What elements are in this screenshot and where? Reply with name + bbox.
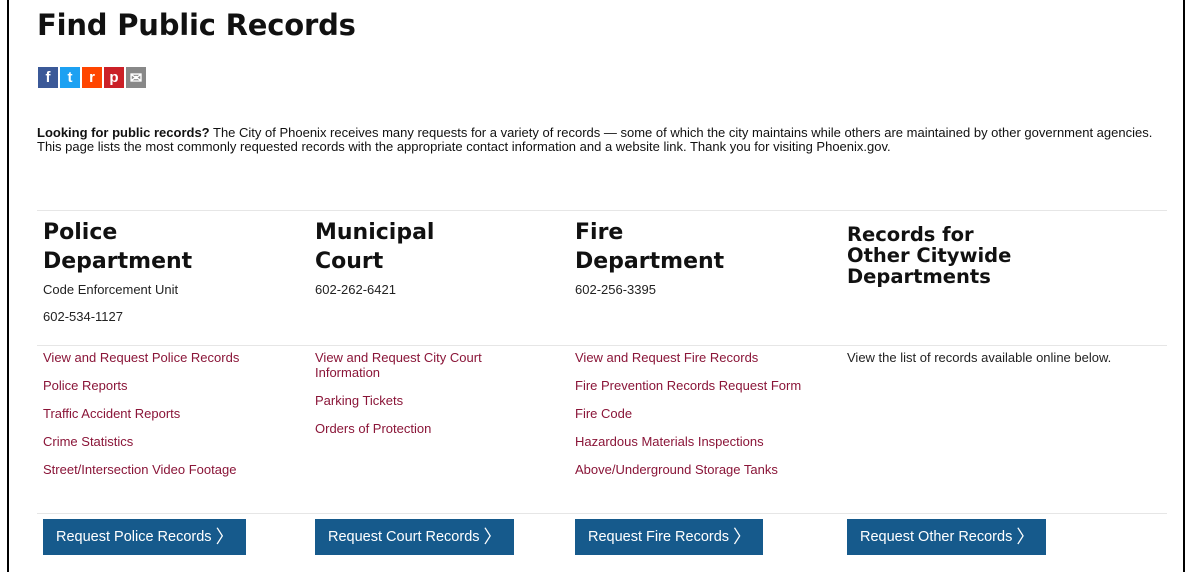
other-description: View the list of records available onlin… <box>847 350 1112 365</box>
link-police-reports[interactable]: Police Reports <box>43 378 293 393</box>
intro-lead: Looking for public records? <box>37 125 210 140</box>
heading-line: Municipal <box>315 220 435 245</box>
fire-heading: Fire Department <box>575 218 825 276</box>
link-hazardous-materials[interactable]: Hazardous Materials Inspections <box>575 434 815 449</box>
button-label: Request Fire Records <box>588 529 730 545</box>
link-fire-code[interactable]: Fire Code <box>575 406 815 421</box>
facebook-icon[interactable]: f <box>38 67 58 88</box>
heading-line: Other Citywide <box>847 244 1012 267</box>
heading-line: Departments <box>847 265 991 288</box>
button-label: Request Other Records <box>860 529 1013 545</box>
link-parking-tickets[interactable]: Parking Tickets <box>315 393 545 408</box>
link-video-footage[interactable]: Street/Intersection Video Footage <box>43 462 293 477</box>
chevron-right-icon: 〉 <box>483 527 502 547</box>
court-heading: Municipal Court <box>315 218 565 276</box>
other-heading: Records for Other Citywide Departments <box>847 224 1097 287</box>
request-other-records-button[interactable]: Request Other Records 〉 <box>847 519 1047 555</box>
fire-links: View and Request Fire Records Fire Preve… <box>575 350 815 490</box>
link-view-court-information[interactable]: View and Request City Court Information <box>315 350 545 380</box>
heading-line: Department <box>43 249 193 274</box>
heading-line: Fire <box>575 220 624 245</box>
twitter-icon[interactable]: t <box>60 67 80 88</box>
link-orders-of-protection[interactable]: Orders of Protection <box>315 421 545 436</box>
share-bar: f t r p ✉ <box>38 67 146 88</box>
police-heading: Police Department <box>43 218 293 276</box>
fire-column: Fire Department 602-256-3395 <box>575 218 825 303</box>
heading-line: Records for <box>847 223 974 246</box>
reddit-icon[interactable]: r <box>82 67 102 88</box>
divider-top <box>37 210 1167 211</box>
other-column: Records for Other Citywide Departments <box>847 220 1097 287</box>
other-info: View the list of records available onlin… <box>847 350 1137 365</box>
court-phone: 602-262-6421 <box>315 282 396 297</box>
heading-line: Court <box>315 249 384 274</box>
court-column: Municipal Court 602-262-6421 <box>315 218 565 303</box>
police-links: View and Request Police Records Police R… <box>43 350 293 490</box>
link-view-fire-records[interactable]: View and Request Fire Records <box>575 350 815 365</box>
link-storage-tanks[interactable]: Above/Underground Storage Tanks <box>575 462 815 477</box>
page-title: Find Public Records <box>37 8 356 42</box>
request-police-records-button[interactable]: Request Police Records 〉 <box>43 519 246 555</box>
police-phone: 602-534-1127 <box>43 309 123 324</box>
divider-bottom <box>37 513 1167 514</box>
button-label: Request Court Records <box>328 529 480 545</box>
request-fire-records-button[interactable]: Request Fire Records 〉 <box>575 519 764 555</box>
chevron-right-icon: 〉 <box>1016 527 1035 547</box>
heading-line: Department <box>575 249 725 274</box>
police-meta: Code Enforcement Unit 602-534-1127 <box>43 276 293 330</box>
email-icon[interactable]: ✉ <box>126 67 146 88</box>
fire-meta: 602-256-3395 <box>575 276 825 303</box>
button-label: Request Police Records <box>56 529 212 545</box>
divider-middle <box>37 345 1167 346</box>
request-court-records-button[interactable]: Request Court Records 〉 <box>315 519 514 555</box>
link-fire-prevention-form[interactable]: Fire Prevention Records Request Form <box>575 378 815 393</box>
police-unit: Code Enforcement Unit <box>43 282 179 297</box>
intro-paragraph: Looking for public records? The City of … <box>37 126 1172 154</box>
court-links: View and Request City Court Information … <box>315 350 545 449</box>
pinterest-icon[interactable]: p <box>104 67 124 88</box>
police-column: Police Department Code Enforcement Unit 6… <box>43 218 293 330</box>
fire-phone: 602-256-3395 <box>575 282 656 297</box>
heading-line: Police <box>43 220 118 245</box>
chevron-right-icon: 〉 <box>215 527 234 547</box>
link-crime-statistics[interactable]: Crime Statistics <box>43 434 293 449</box>
link-traffic-accident-reports[interactable]: Traffic Accident Reports <box>43 406 293 421</box>
link-view-police-records[interactable]: View and Request Police Records <box>43 350 293 365</box>
court-meta: 602-262-6421 <box>315 276 565 303</box>
chevron-right-icon: 〉 <box>733 527 752 547</box>
